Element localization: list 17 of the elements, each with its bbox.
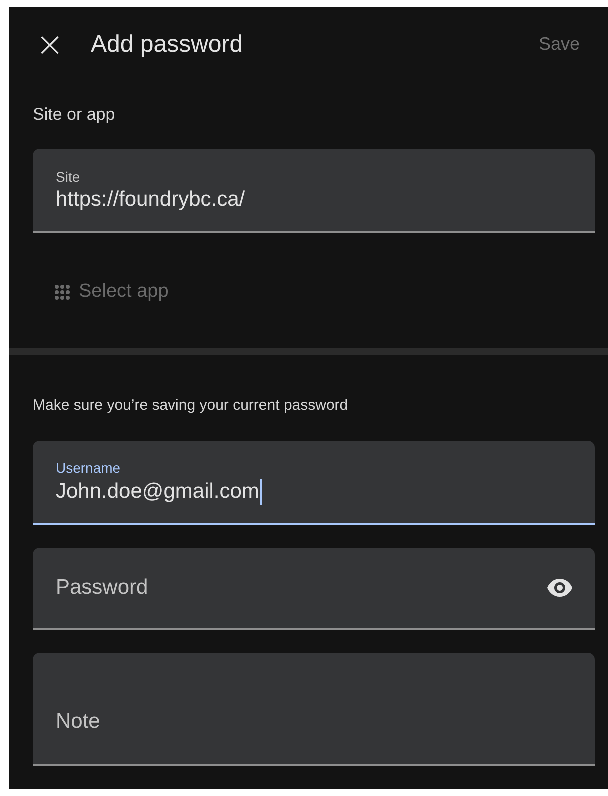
input-field[interactable]: Username John.doe@gmail.com — [33, 441, 595, 525]
field-value: John.doe@gmail.com — [56, 480, 260, 504]
password-field[interactable]: Password — [33, 548, 595, 630]
section-heading: Site or app — [33, 105, 116, 125]
field-label: Site — [56, 168, 82, 184]
grid-icon — [55, 284, 70, 300]
hint-text: Make sure you’re saving your current password — [33, 397, 350, 414]
field-placeholder: Password — [56, 576, 150, 600]
field-label: Username — [56, 460, 122, 476]
input-field[interactable]: Site https://foundrybc.ca/ — [33, 149, 595, 233]
field-value: https://foundrybc.ca/ — [56, 188, 246, 212]
note-field[interactable]: Note — [33, 653, 595, 766]
window-title: Add password — [91, 30, 244, 58]
text-cursor — [260, 478, 262, 504]
eye-icon[interactable] — [547, 579, 573, 597]
field-placeholder: Note — [56, 710, 102, 734]
close-button[interactable]: × — [35, 28, 65, 62]
